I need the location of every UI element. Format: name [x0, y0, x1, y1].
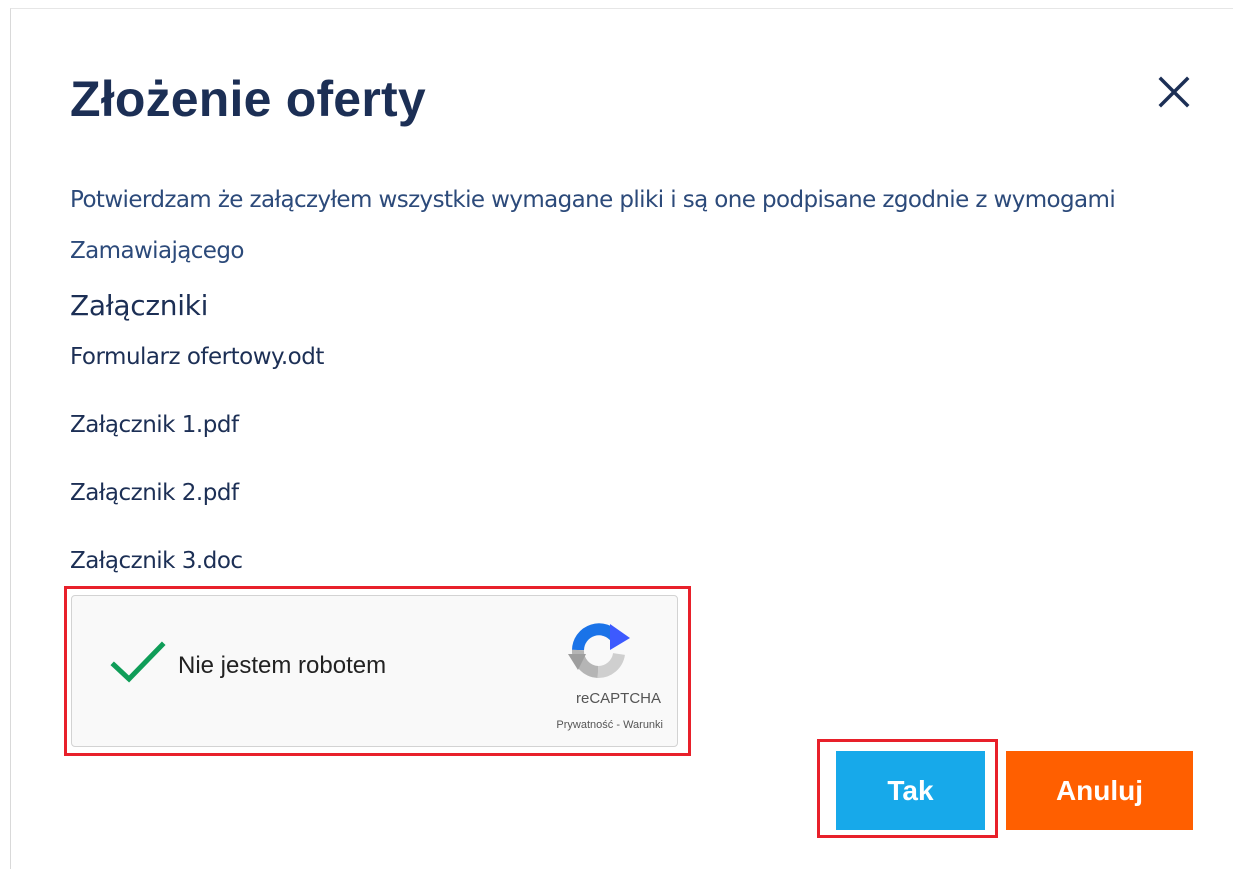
- privacy-link[interactable]: Prywatność: [556, 719, 613, 731]
- terms-link[interactable]: Warunki: [623, 719, 663, 731]
- confirmation-text: Potwierdzam że załączyłem wszystkie wyma…: [70, 187, 1116, 264]
- recaptcha-widget: Nie jestem robotem reCAPTCHA Prywatność …: [71, 595, 678, 747]
- attachment-item: Załącznik 1.pdf: [70, 412, 239, 438]
- attachment-item: Formularz ofertowy.odt: [70, 344, 324, 370]
- attachment-item: Załącznik 2.pdf: [70, 480, 239, 506]
- submit-offer-dialog: Złożenie oferty Potwierdzam że załączyłe…: [10, 8, 1233, 869]
- captcha-label: Nie jestem robotem: [178, 652, 387, 679]
- close-button[interactable]: [1155, 73, 1195, 113]
- confirm-button[interactable]: Tak: [836, 751, 985, 830]
- recaptcha-brand: reCAPTCHA: [575, 690, 661, 707]
- close-icon: [1158, 76, 1190, 108]
- attachments-list: Formularz ofertowy.odt Załącznik 1.pdf Z…: [70, 339, 324, 611]
- dialog-title: Złożenie oferty: [70, 71, 426, 127]
- captcha-checkbox[interactable]: [110, 640, 166, 686]
- page: Złożenie oferty Potwierdzam że załączyłe…: [0, 0, 1233, 869]
- attachments-heading: Załączniki: [70, 289, 209, 322]
- checkmark-icon: [110, 641, 166, 683]
- recaptcha-logo-icon: [568, 623, 630, 679]
- recaptcha-links: Prywatność - Warunki: [556, 719, 663, 731]
- cancel-button[interactable]: Anuluj: [1006, 751, 1193, 830]
- links-separator: -: [613, 719, 624, 731]
